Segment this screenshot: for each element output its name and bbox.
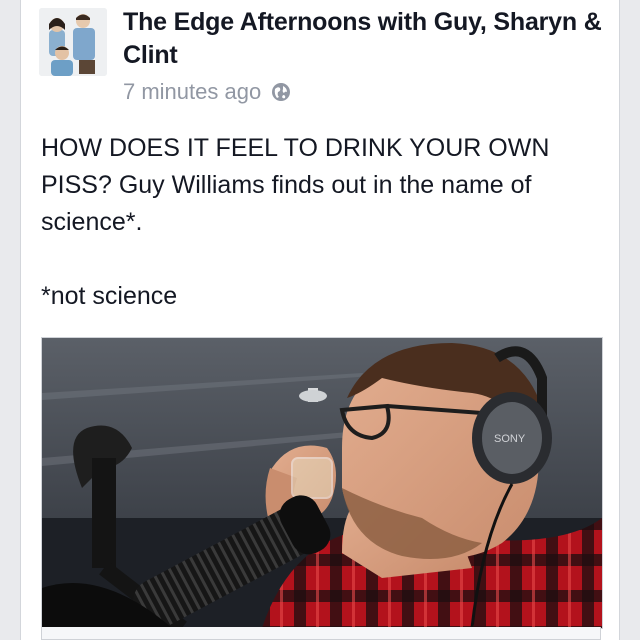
page-avatar[interactable] [39,8,107,76]
page-name-link[interactable]: The Edge Afternoons with Guy, Sharyn & C… [123,6,603,72]
post-message: HOW DOES IT FEEL TO DRINK YOUR OWN PISS?… [41,130,606,315]
post-timestamp[interactable]: 7 minutes ago [123,79,261,105]
globe-icon[interactable] [271,82,291,102]
headphone-brand: SONY [494,433,526,445]
post-message-line: *not science [41,282,178,310]
post-photo[interactable]: SONY [41,337,603,629]
post-message-line: HOW DOES IT FEEL TO DRINK YOUR OWN PISS?… [41,134,550,236]
link-preview-strip[interactable] [41,627,601,640]
post-card: The Edge Afternoons with Guy, Sharyn & C… [20,0,620,640]
post-meta: 7 minutes ago [123,78,291,106]
